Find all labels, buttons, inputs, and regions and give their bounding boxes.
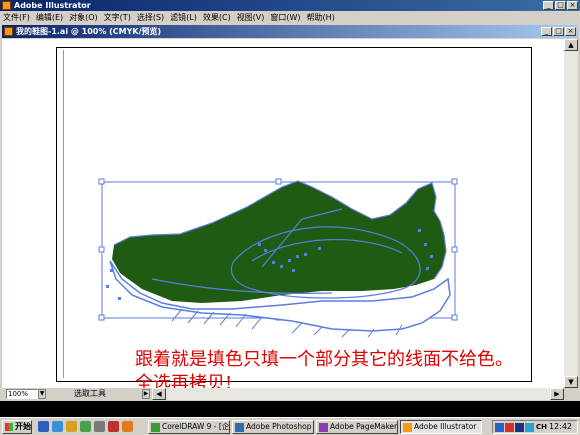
shoe-artwork[interactable] [2,39,564,388]
doc-restore-icon[interactable]: □ [553,27,564,36]
status-menu-icon[interactable]: ▶ [142,389,150,399]
close-icon[interactable]: × [567,1,578,10]
zoom-field[interactable]: 100% [6,389,38,399]
quicklaunch-folder-icon[interactable] [66,421,77,432]
maximize-icon[interactable]: □ [555,1,566,10]
tray-icon-2[interactable] [505,423,514,432]
taskbar-button-illustrator[interactable]: Adobe Illustrator [400,420,482,434]
shoe-upper-fill [112,181,446,303]
handle-top-right [451,178,458,185]
pagemaker-icon [319,423,328,432]
taskbar-button-coreldraw[interactable]: CorelDRAW 9 - [企业... [148,420,230,434]
taskbar-label-pagemaker: Adobe PageMaker 6.5... [330,422,398,431]
zoom-dropdown-icon[interactable]: ▼ [38,389,46,399]
menu-filter[interactable]: 滤镜(L) [167,11,200,24]
windows-taskbar: 开始 CorelDRAW 9 - [企业... Adobe Photoshop … [0,417,580,435]
annotation-line-2: 全选再拷贝! [135,373,233,388]
tray-icon-3[interactable] [515,423,524,432]
menu-select[interactable]: 选择(S) [134,11,167,24]
handle-bottom-right [451,314,458,321]
menu-help[interactable]: 帮助(H) [304,11,338,24]
scroll-left-icon[interactable]: ◀ [152,388,166,400]
status-bar: 100% ▼ 选取工具 ▶ ◀ ▶ [2,388,578,400]
handle-middle-left [98,246,105,253]
tray-icon-1[interactable] [495,423,504,432]
scroll-right-icon[interactable]: ▶ [550,388,564,400]
vertical-scrollbar[interactable]: ▲ ▼ [564,39,578,388]
quicklaunch-media-icon[interactable] [108,421,119,432]
menu-file[interactable]: 文件(F) [0,11,33,24]
taskbar-label-coreldraw: CorelDRAW 9 - [企业... [162,422,230,431]
start-button[interactable]: 开始 [2,420,32,434]
input-language-indicator[interactable]: CH [536,421,547,433]
menu-object[interactable]: 对象(O) [66,11,101,24]
app-window-controls: _ □ × [543,1,578,10]
quicklaunch-desktop-icon[interactable] [38,421,49,432]
taskbar-button-pagemaker[interactable]: Adobe PageMaker 6.5... [316,420,398,434]
coreldraw-icon [151,423,160,432]
doc-minimize-icon[interactable]: _ [541,27,552,36]
quicklaunch-misc-icon[interactable] [122,421,133,432]
clock: 12:42 [548,422,572,431]
handle-middle-right [451,246,458,253]
quicklaunch-tool-icon[interactable] [94,421,105,432]
quicklaunch-app-icon[interactable] [80,421,91,432]
document-window-controls: _ □ × [541,27,576,36]
scroll-down-icon[interactable]: ▼ [564,376,578,388]
illustrator-app-icon [2,1,11,10]
document-window: 我的鞋图-1.ai @ 100% (CMYK/预览) _ □ × 跟着就是填色只… [0,24,580,401]
menu-effect[interactable]: 效果(C) [200,11,234,24]
taskbar-label-illustrator: Adobe Illustrator [414,422,477,431]
artboard-canvas[interactable]: 跟着就是填色只填一个部分其它的线面不给色。 全选再拷贝! [2,39,564,388]
taskbar-button-photoshop[interactable]: Adobe Photoshop [232,420,314,434]
menu-window[interactable]: 窗口(W) [267,11,303,24]
menu-type[interactable]: 文字(T) [101,11,134,24]
document-icon [4,27,13,36]
scroll-up-icon[interactable]: ▲ [564,39,578,51]
taskbar-label-photoshop: Adobe Photoshop [246,422,312,431]
tray-icon-4[interactable] [525,423,534,432]
document-title-bar: 我的鞋图-1.ai @ 100% (CMYK/预览) _ □ × [2,25,578,38]
menu-edit[interactable]: 编辑(E) [33,11,66,24]
doc-close-icon[interactable]: × [565,27,576,36]
instruction-annotation: 跟着就是填色只填一个部分其它的线面不给色。 全选再拷贝! [135,348,513,388]
start-label: 开始 [15,422,31,431]
minimize-icon[interactable]: _ [543,1,554,10]
quicklaunch-ie-icon[interactable] [52,421,63,432]
document-title: 我的鞋图-1.ai @ 100% (CMYK/预览) [16,27,162,36]
horizontal-scrollbar[interactable] [166,388,550,400]
illustrator-icon [403,423,412,432]
handle-top-middle [275,178,282,185]
photoshop-icon [235,423,244,432]
menu-view[interactable]: 视图(V) [234,11,268,24]
windows-logo-icon [5,423,13,431]
app-title-bar: Adobe Illustrator _ □ × [0,0,580,11]
handle-bottom-left [98,314,105,321]
system-tray: CH 12:42 [492,420,578,434]
menu-bar: 文件(F) 编辑(E) 对象(O) 文字(T) 选择(S) 滤镜(L) 效果(C… [0,11,580,24]
handle-top-left [98,178,105,185]
annotation-line-1: 跟着就是填色只填一个部分其它的线面不给色。 [135,349,513,370]
app-title: Adobe Illustrator [14,1,91,10]
